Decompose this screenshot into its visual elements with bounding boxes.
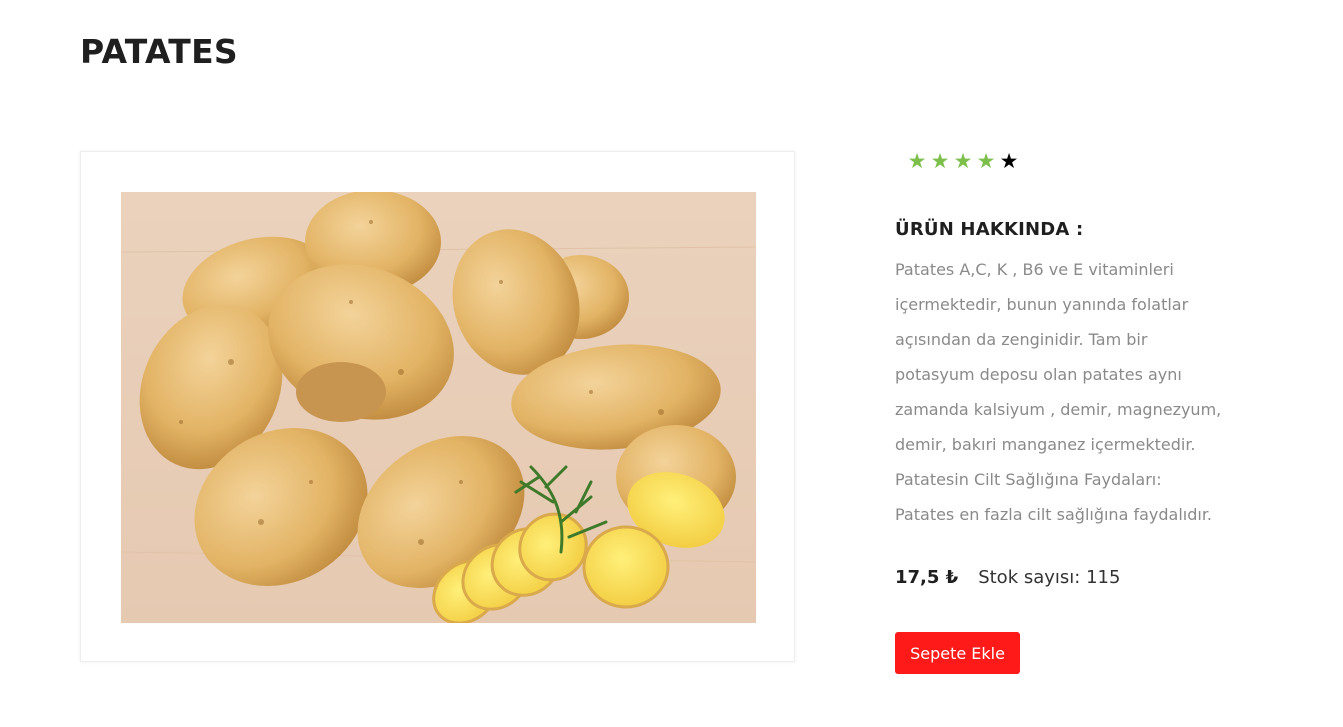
product-image: [121, 192, 756, 623]
star-filled-icon: ★: [976, 149, 996, 173]
product-page: PATATES ★ ★ ★ ★ ★ ÜRÜN HAKKINDA: Patate…: [0, 0, 1343, 727]
description-line: potasyum deposu olan patates aynı: [895, 365, 1182, 384]
star-filled-icon: ★: [930, 149, 950, 173]
description-line: zamanda kalsiyum , demir, magnezyum,: [895, 400, 1222, 419]
page-title: PATATES: [80, 32, 238, 71]
description-line: demir, bakıri manganez içermektedir.: [895, 435, 1196, 454]
product-image-card: [80, 151, 795, 662]
star-empty-icon: ★: [999, 149, 1019, 173]
about-heading: ÜRÜN HAKKINDA :: [895, 219, 1084, 240]
product-description: Patates A,C, K , B6 ve E vitaminleri içe…: [895, 252, 1235, 532]
stock-count: Stok sayısı: 115: [978, 567, 1121, 588]
price-row: 17,5 ₺ Stok sayısı: 115: [895, 567, 1120, 588]
description-line: Patates A,C, K , B6 ve E vitaminleri: [895, 260, 1174, 279]
star-filled-icon: ★: [953, 149, 973, 173]
description-line: Patatesin Cilt Sağlığına Faydaları:: [895, 470, 1162, 489]
star-rating: ★ ★ ★ ★ ★: [906, 147, 1020, 175]
description-line: açısından da zenginidir. Tam bir: [895, 330, 1148, 349]
description-line: içermektedir, bunun yanında folatlar: [895, 295, 1189, 314]
description-line: Patates en fazla cilt sağlığına faydalıd…: [895, 505, 1213, 524]
price: 17,5 ₺: [895, 567, 959, 588]
star-filled-icon: ★: [907, 149, 927, 173]
add-to-cart-button[interactable]: Sepete Ekle: [895, 632, 1020, 674]
